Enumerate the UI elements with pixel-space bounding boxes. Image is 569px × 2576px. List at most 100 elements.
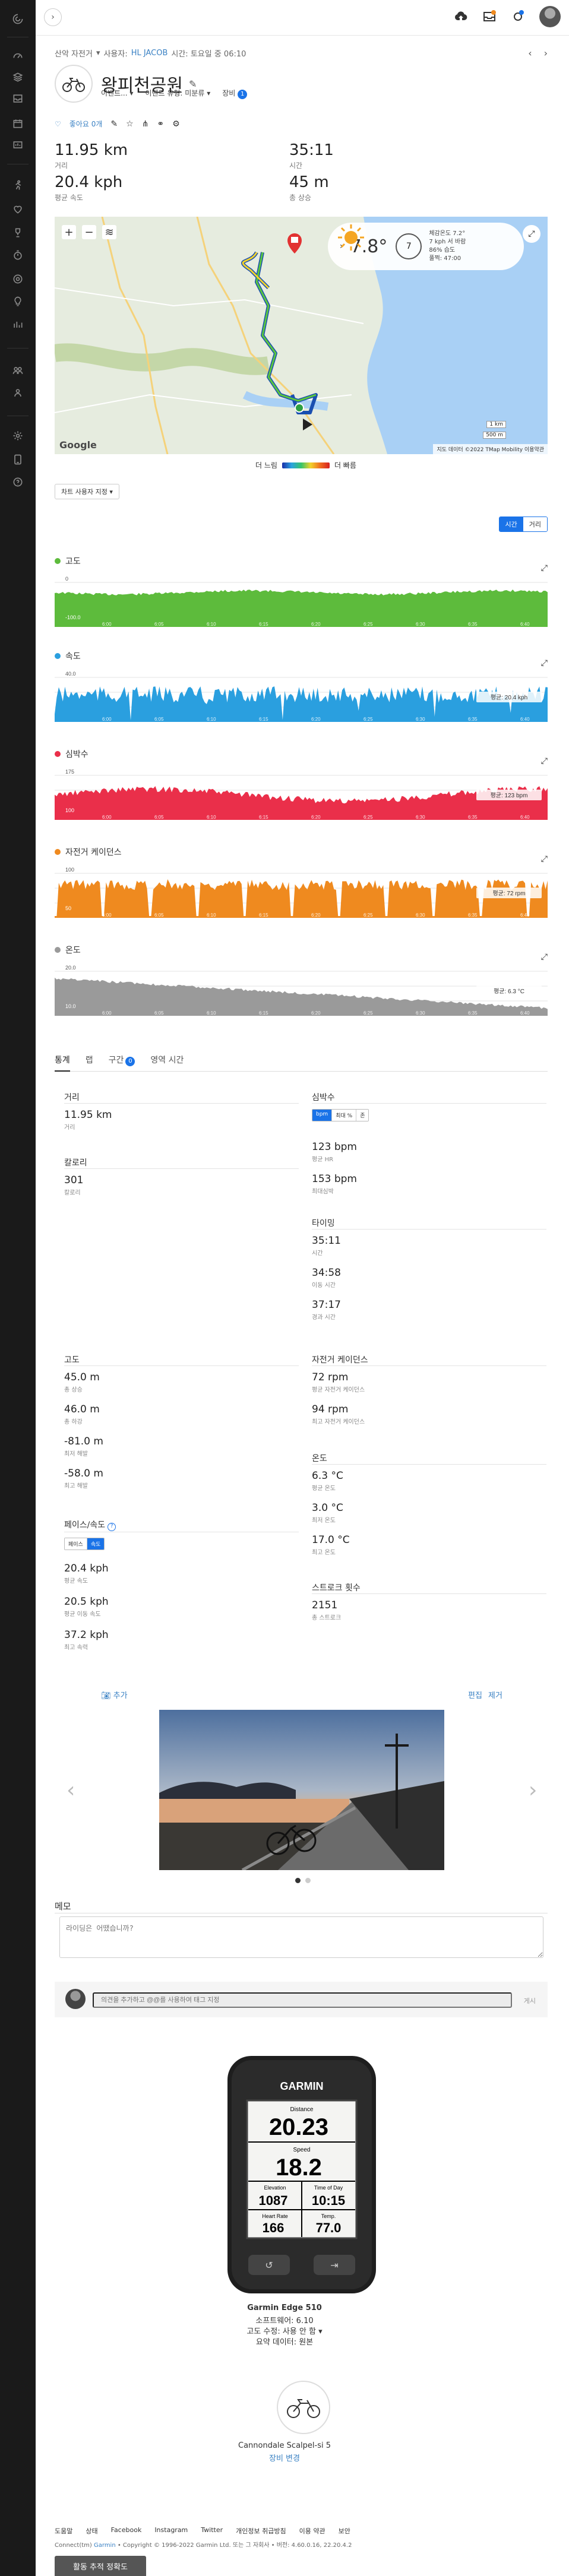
footer-link-twitter[interactable]: Twitter [201, 2526, 223, 2536]
map-fullscreen-icon[interactable]: ⤢ [523, 225, 540, 243]
speed-chart-title: 속도 [55, 650, 548, 662]
info-icon[interactable]: ? [108, 1523, 116, 1531]
next-activity-icon[interactable]: › [544, 47, 548, 59]
add-photo-link[interactable]: 📷︎ 추가 [101, 1689, 128, 1700]
toggle-speed[interactable]: 속도 [86, 1538, 105, 1550]
expand-nav-button[interactable]: › [44, 8, 62, 26]
bar-chart-icon[interactable] [11, 317, 25, 331]
activity-tracking-accuracy-button[interactable]: 활동 추적 정확도 [55, 2556, 146, 2576]
map-scale-1km: 1 km [486, 421, 506, 428]
notes-textarea[interactable] [59, 1916, 543, 1958]
gear-icon[interactable] [11, 429, 25, 443]
heart-rate-unit-toggle[interactable]: bpm 최대 % 존 [312, 1109, 369, 1121]
edit-photo-link[interactable]: 편집 [468, 1689, 482, 1700]
footer-link-status[interactable]: 상태 [86, 2526, 97, 2536]
footer-link-facebook[interactable]: Facebook [111, 2526, 142, 2536]
inbox-icon[interactable] [11, 91, 25, 106]
footer-link-security[interactable]: 보안 [339, 2526, 350, 2536]
heart-icon[interactable] [11, 202, 25, 216]
toggle-bpm[interactable]: bpm [312, 1110, 332, 1121]
event-type-dropdown[interactable]: 이벤트 유형: 미분류 ▾ [145, 88, 210, 99]
link-icon[interactable]: ⚭ [157, 119, 164, 129]
like-count[interactable]: 좋아요 0개 [69, 119, 103, 129]
star-icon[interactable]: ☆ [126, 119, 134, 129]
share-icon[interactable]: ⋔ [142, 119, 149, 129]
trophy-icon[interactable] [11, 226, 25, 240]
pace-speed-toggle[interactable]: 페이스 속도 [64, 1538, 105, 1550]
temperature-chart[interactable]: 온도 ⤢ 20.0 10.0 6:00 6:05 6:10 6:15 6:20 6:25 6:30 6… [55, 944, 548, 1033]
like-icon[interactable]: ♡ [55, 120, 61, 128]
speed-chart-svg[interactable]: 40.0 6:00 6:05 6:10 6:15 6:20 6:25 6:30 6:35 6:40… [55, 666, 548, 731]
connections-icon[interactable] [11, 363, 25, 378]
toggle-time[interactable]: 시간 [499, 517, 523, 531]
map-attribution[interactable]: 지도 데이터 ©2022 TMap Mobility 이용약관 [433, 444, 548, 454]
tab-time-in-zones[interactable]: 영역 시간 [150, 1054, 184, 1071]
lightbulb-icon[interactable] [11, 294, 25, 309]
summary-calories-label: 칼로리 [64, 1190, 81, 1196]
tab-segments[interactable]: 구간 0 [109, 1054, 135, 1071]
devices-icon[interactable] [11, 452, 25, 467]
footer-link-help[interactable]: 도움말 [55, 2526, 72, 2536]
device-elevation-correction[interactable]: 고도 수정: 사용 안 함 ▾ [0, 2325, 569, 2336]
carousel-next-icon[interactable]: › [529, 1778, 537, 1802]
cadence-chart[interactable]: 자전거 케이던스 ⤢ 100 50 6:00 6:05 6:10 6:15 6:20 6:25 6:… [55, 846, 548, 935]
cadence-chart-svg[interactable]: 100 50 6:00 6:05 6:10 6:15 6:20 6:25 6:30 6:35 6:4… [55, 861, 548, 927]
toggle-zone[interactable]: 존 [356, 1110, 369, 1121]
map-scale: 500 m [483, 432, 506, 439]
device-sync-icon[interactable] [511, 9, 525, 24]
event-dropdown[interactable]: 이벤트... ▾ [101, 88, 133, 99]
footer-link-instagram[interactable]: Instagram [154, 2526, 188, 2536]
toggle-distance[interactable]: 거리 [523, 517, 547, 531]
elevation-chart[interactable]: 고도 ⤢ 0 -100.0 6:00 6:05 6:10 6:15 6:20 6:25 6:30 6:… [55, 555, 548, 644]
pencil-icon[interactable]: ✎ [110, 119, 118, 129]
reports-icon[interactable] [11, 138, 25, 152]
groups-icon[interactable] [11, 386, 25, 400]
map-layers-icon[interactable]: ≋ [102, 225, 116, 239]
user-link[interactable]: HL JACOB [131, 49, 168, 58]
previous-activity-icon[interactable]: ‹ [528, 47, 532, 59]
comment-input[interactable] [93, 1992, 512, 2008]
activity-photo[interactable] [159, 1710, 444, 1870]
elevation-chart-svg[interactable]: 0 -100.0 6:00 6:05 6:10 6:15 6:20 6:25 6:30 6:35 6… [55, 571, 548, 636]
calendar-icon[interactable] [11, 116, 25, 131]
tab-laps[interactable]: 랩 [86, 1054, 93, 1071]
tab-stats[interactable]: 통계 [55, 1054, 70, 1072]
speed-chart[interactable]: 속도 ⤢ 40.0 6:00 6:05 6:10 6:15 6:20 6:25 6:30 6:35 6… [55, 650, 548, 739]
carousel-prev-icon[interactable]: ‹ [67, 1778, 75, 1802]
footer-link-privacy[interactable]: 개인정보 취급방침 [236, 2526, 286, 2536]
route-map[interactable]: + − ≋ › 7.8° 7 체감온도 7.2° 7 kph 서 바람 86% … [55, 217, 548, 454]
garmin-link[interactable]: Garmin [94, 2542, 116, 2549]
x-tick-label: 6:10 [207, 912, 216, 918]
stopwatch-icon[interactable] [11, 248, 25, 262]
heart-rate-chart[interactable]: 심박수 ⤢ 175 100 6:00 6:05 6:10 6:15 6:20 6:25 6:30 6:… [55, 748, 548, 837]
dashboard-icon[interactable] [11, 49, 25, 63]
upload-cloud-icon[interactable] [454, 9, 468, 24]
target-icon[interactable] [11, 272, 25, 286]
post-comment-button[interactable]: 게시 [524, 1996, 536, 2005]
customize-charts-button[interactable]: 차트 사용자 지정 ▾ [55, 484, 119, 499]
help-icon[interactable] [11, 475, 25, 489]
time-distance-toggle[interactable]: 시간 거리 [498, 517, 548, 532]
carousel-dots[interactable] [295, 1878, 311, 1883]
gear-dropdown[interactable]: 장비 1 [222, 88, 248, 99]
running-person-icon[interactable] [11, 178, 25, 192]
layers-icon[interactable] [11, 70, 25, 84]
screen-tod-label: Time of Day [314, 2185, 343, 2191]
inbox-notification-icon[interactable] [482, 9, 497, 24]
toggle-max-percent[interactable]: 최대 % [331, 1110, 356, 1121]
heart-rate-y-max-label: 175 [65, 769, 74, 775]
change-gear-link[interactable]: 장비 변경 [0, 2452, 569, 2463]
activity-type-dropdown[interactable]: 산악 자전거 [55, 47, 93, 59]
user-avatar[interactable] [539, 6, 561, 27]
footer-link-terms[interactable]: 이용 약관 [299, 2526, 325, 2536]
garmin-connect-logo-icon[interactable] [11, 12, 25, 26]
zoom-out-button[interactable]: − [82, 225, 96, 239]
gear-count-badge: 1 [238, 90, 248, 99]
heart-rate-chart-svg[interactable]: 175 100 6:00 6:05 6:10 6:15 6:20 6:25 6:30 6:35 6:… [55, 763, 548, 829]
play-route-icon[interactable] [303, 419, 312, 430]
settings-gear-icon[interactable]: ⚙ [172, 119, 180, 129]
temperature-chart-svg[interactable]: 20.0 10.0 6:00 6:05 6:10 6:15 6:20 6:25 6:30 6:35… [55, 959, 548, 1025]
zoom-in-button[interactable]: + [62, 225, 76, 239]
toggle-pace[interactable]: 페이스 [65, 1538, 87, 1550]
delete-photo-link[interactable]: 제거 [488, 1689, 502, 1700]
